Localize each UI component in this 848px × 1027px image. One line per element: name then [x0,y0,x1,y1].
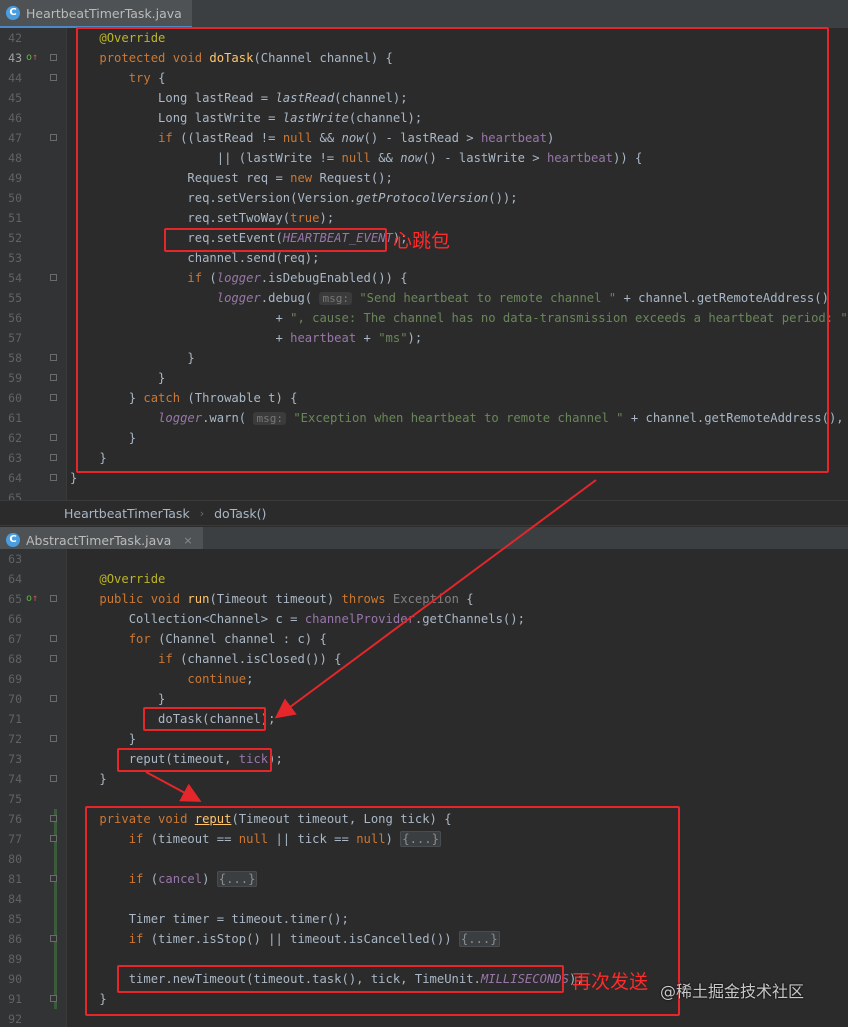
arrow-to-dotask-call [274,479,597,719]
arrow-to-reput-method [145,771,202,802]
watermark: @稀土掘金技术社区 [660,982,805,1001]
annotation-arrows [145,479,597,802]
